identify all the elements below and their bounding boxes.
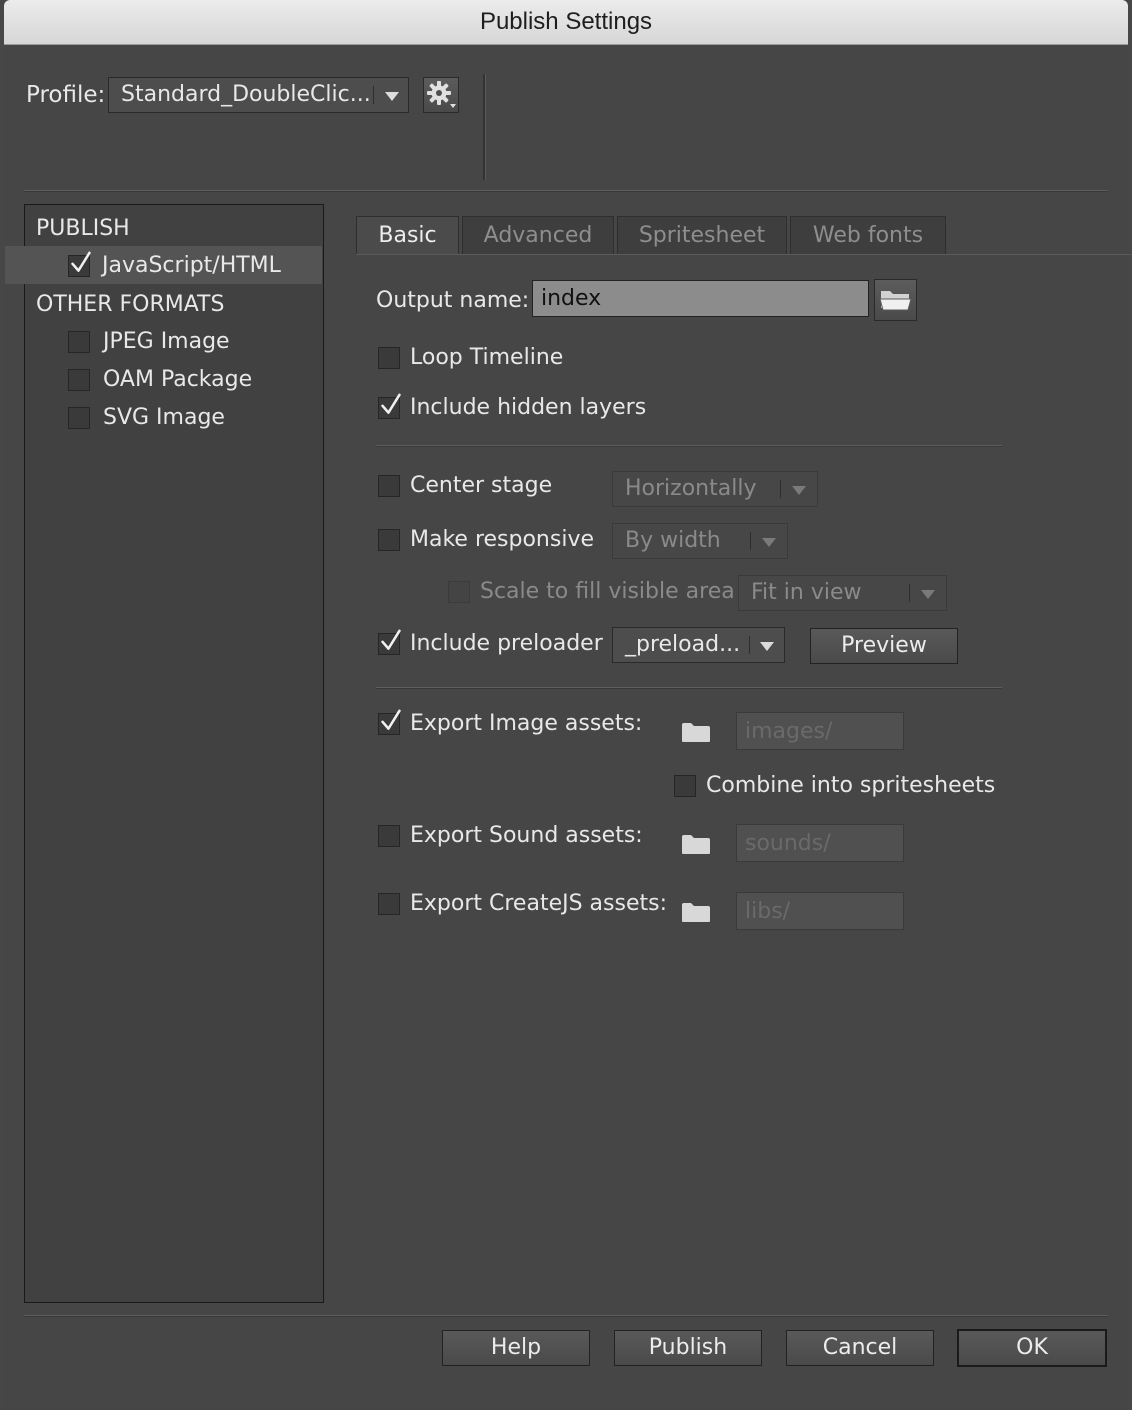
chevron-down-icon bbox=[385, 92, 399, 101]
open-folder-icon bbox=[879, 291, 912, 311]
window-title: Publish Settings bbox=[4, 0, 1128, 45]
loop-timeline-checkbox[interactable] bbox=[378, 347, 400, 369]
svg-image-checkbox[interactable] bbox=[68, 407, 90, 429]
scale-to-fill-checkbox[interactable] bbox=[448, 581, 470, 603]
publish-button[interactable]: Publish bbox=[614, 1330, 762, 1366]
oam-package-checkbox[interactable] bbox=[68, 369, 90, 391]
make-responsive-label: Make responsive bbox=[410, 527, 595, 552]
sidebar-other-formats-header: OTHER FORMATS bbox=[36, 292, 225, 317]
footer-divider bbox=[24, 1315, 1108, 1317]
folder-icon[interactable] bbox=[681, 721, 711, 743]
chevron-down-icon bbox=[762, 538, 776, 547]
preloader-value: _preload... bbox=[625, 632, 741, 657]
output-name-input[interactable]: index bbox=[532, 280, 869, 317]
chevron-down-icon bbox=[760, 642, 774, 651]
scale-to-fill-value: Fit in view bbox=[751, 580, 862, 605]
scale-to-fill-label: Scale to fill visible area bbox=[480, 579, 735, 604]
include-preloader-checkbox[interactable] bbox=[378, 633, 400, 655]
center-stage-label: Center stage bbox=[410, 473, 553, 498]
sidebar-item-svg-image[interactable]: SVG Image bbox=[103, 405, 225, 430]
make-responsive-checkbox[interactable] bbox=[378, 529, 400, 551]
include-preloader-label: Include preloader bbox=[410, 631, 603, 656]
header-divider bbox=[24, 190, 1108, 192]
toolbar-divider bbox=[483, 74, 486, 180]
folder-icon[interactable] bbox=[681, 833, 711, 855]
include-hidden-layers-label: Include hidden layers bbox=[410, 395, 647, 420]
preloader-dropdown[interactable]: _preload... bbox=[612, 627, 785, 663]
sidebar-publish-header: PUBLISH bbox=[36, 216, 130, 241]
center-stage-checkbox[interactable] bbox=[378, 475, 400, 497]
center-stage-value: Horizontally bbox=[625, 476, 757, 501]
export-image-label: Export Image assets: bbox=[410, 711, 643, 736]
section-divider bbox=[376, 445, 1002, 447]
tab-strip-baseline bbox=[356, 254, 1132, 255]
cancel-button[interactable]: Cancel bbox=[786, 1330, 934, 1366]
sidebar-item-javascript-html[interactable]: JavaScript/HTML bbox=[102, 253, 281, 278]
check-icon bbox=[380, 708, 402, 734]
make-responsive-value: By width bbox=[625, 528, 721, 553]
center-stage-dropdown[interactable]: Horizontally bbox=[612, 471, 818, 507]
sidebar-item-oam-package[interactable]: OAM Package bbox=[103, 367, 252, 392]
profile-settings-button[interactable] bbox=[423, 77, 459, 113]
include-hidden-layers-checkbox[interactable] bbox=[378, 397, 400, 419]
export-sound-checkbox[interactable] bbox=[378, 825, 400, 847]
browse-output-button[interactable] bbox=[874, 279, 917, 321]
check-icon bbox=[380, 392, 402, 418]
section-divider bbox=[376, 687, 1002, 689]
profile-dropdown[interactable]: Standard_DoubleClic... bbox=[108, 77, 409, 113]
export-image-path-input[interactable] bbox=[736, 712, 904, 750]
export-createjs-checkbox[interactable] bbox=[378, 893, 400, 915]
tab-spritesheet[interactable]: Spritesheet bbox=[617, 216, 787, 254]
export-sound-label: Export Sound assets: bbox=[410, 823, 643, 848]
combine-spritesheets-label: Combine into spritesheets bbox=[706, 773, 996, 798]
javascript-html-checkbox[interactable] bbox=[68, 255, 90, 277]
export-createjs-path-input[interactable] bbox=[736, 892, 904, 930]
check-icon bbox=[70, 250, 92, 276]
export-image-checkbox[interactable] bbox=[378, 713, 400, 735]
check-icon bbox=[380, 628, 402, 654]
ok-button[interactable]: OK bbox=[957, 1329, 1107, 1367]
sidebar-item-jpeg-image[interactable]: JPEG Image bbox=[103, 329, 230, 354]
tab-web-fonts[interactable]: Web fonts bbox=[790, 216, 946, 254]
make-responsive-dropdown[interactable]: By width bbox=[612, 523, 788, 559]
loop-timeline-label: Loop Timeline bbox=[410, 345, 564, 370]
output-name-label: Output name: bbox=[376, 288, 530, 313]
jpeg-image-checkbox[interactable] bbox=[68, 331, 90, 353]
tab-basic[interactable]: Basic bbox=[356, 216, 459, 254]
scale-to-fill-dropdown[interactable]: Fit in view bbox=[738, 575, 947, 611]
chevron-down-icon bbox=[792, 486, 806, 495]
gear-icon bbox=[427, 81, 456, 108]
export-sound-path-input[interactable] bbox=[736, 824, 904, 862]
folder-icon[interactable] bbox=[681, 901, 711, 923]
profile-value: Standard_DoubleClic... bbox=[121, 82, 371, 107]
tab-advanced[interactable]: Advanced bbox=[462, 216, 614, 254]
help-button[interactable]: Help bbox=[442, 1330, 590, 1366]
combine-spritesheets-checkbox[interactable] bbox=[674, 775, 696, 797]
profile-label: Profile: bbox=[26, 82, 106, 108]
preview-button[interactable]: Preview bbox=[810, 628, 958, 664]
export-createjs-label: Export CreateJS assets: bbox=[410, 891, 667, 916]
chevron-down-icon bbox=[921, 590, 935, 599]
